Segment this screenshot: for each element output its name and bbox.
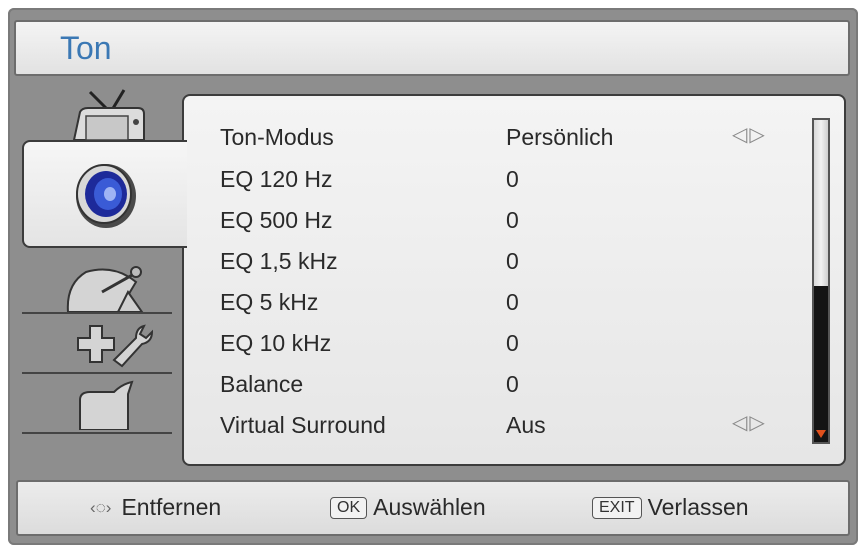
setting-label: EQ 1,5 kHz [220, 248, 338, 274]
setting-row-eq-500[interactable]: EQ 500 Hz 0 [220, 203, 820, 237]
setting-row-eq-5k[interactable]: EQ 5 kHz 0 [220, 285, 820, 319]
hint-navigate: ‹◌› Entfernen [90, 494, 221, 521]
tv-icon [72, 89, 145, 141]
setting-row-virtual-surround[interactable]: Virtual Surround Aus ◁▷ [220, 408, 820, 442]
footer-hint-bar: ‹◌› Entfernen OK Auswählen EXIT Verlassen [16, 480, 850, 536]
setting-value: 0 [506, 248, 519, 274]
setting-label: EQ 10 kHz [220, 330, 332, 356]
menu-title: Ton [60, 30, 112, 66]
setting-value: 0 [506, 289, 519, 315]
setting-label: Virtual Surround [220, 412, 386, 438]
setting-label: Balance [220, 371, 304, 397]
scrollbar[interactable] [812, 118, 830, 444]
scroll-down-marker-icon [816, 430, 826, 438]
hint-label: Verlassen [647, 494, 749, 520]
setting-label: Ton-Modus [220, 124, 334, 150]
dpad-icon: ‹◌› [90, 498, 112, 517]
setting-value: 0 [506, 207, 519, 233]
tools-icon [77, 324, 154, 368]
tab-picture[interactable] [60, 88, 156, 141]
setting-row-eq-1-5k[interactable]: EQ 1,5 kHz 0 [220, 244, 820, 278]
setting-value: Persönlich [506, 124, 614, 150]
setting-row-ton-modus[interactable]: Ton-Modus Persönlich ◁▷ [220, 120, 820, 154]
ok-key-icon: OK [330, 497, 368, 519]
setting-row-eq-120[interactable]: EQ 120 Hz 0 [220, 162, 820, 196]
setting-label: EQ 120 Hz [220, 166, 333, 192]
title-bar: Ton [14, 20, 850, 76]
hint-exit: EXIT Verlassen [592, 494, 749, 522]
setting-label: EQ 500 Hz [220, 207, 333, 233]
tab-divider [22, 432, 172, 434]
hint-label: Auswählen [373, 494, 486, 520]
lock-icon [79, 380, 134, 431]
tab-channel[interactable] [58, 262, 158, 313]
speaker-icon [76, 164, 136, 228]
setting-value: 0 [506, 330, 519, 356]
setting-value: Aus [506, 412, 546, 438]
hint-label: Entfernen [121, 494, 222, 520]
setting-value: 0 [506, 166, 519, 192]
settings-panel: Ton-Modus Persönlich ◁▷ EQ 120 Hz 0 EQ 5… [182, 94, 846, 466]
setting-row-eq-10k[interactable]: EQ 10 kHz 0 [220, 326, 820, 360]
hint-ok: OK Auswählen [330, 494, 486, 522]
tab-sound[interactable] [22, 140, 187, 248]
tab-lock[interactable] [66, 380, 146, 431]
setting-value: 0 [506, 371, 519, 397]
tab-divider [22, 312, 172, 314]
left-right-arrows-icon[interactable]: ◁▷ [732, 122, 767, 147]
satellite-dish-icon [66, 266, 144, 313]
setting-label: EQ 5 kHz [220, 289, 319, 315]
scrollbar-thumb[interactable] [814, 120, 828, 286]
exit-key-icon: EXIT [592, 497, 642, 519]
tab-divider [22, 372, 172, 374]
setting-row-balance[interactable]: Balance 0 [220, 367, 820, 401]
tab-setup[interactable] [66, 320, 156, 368]
left-right-arrows-icon[interactable]: ◁▷ [732, 410, 767, 435]
